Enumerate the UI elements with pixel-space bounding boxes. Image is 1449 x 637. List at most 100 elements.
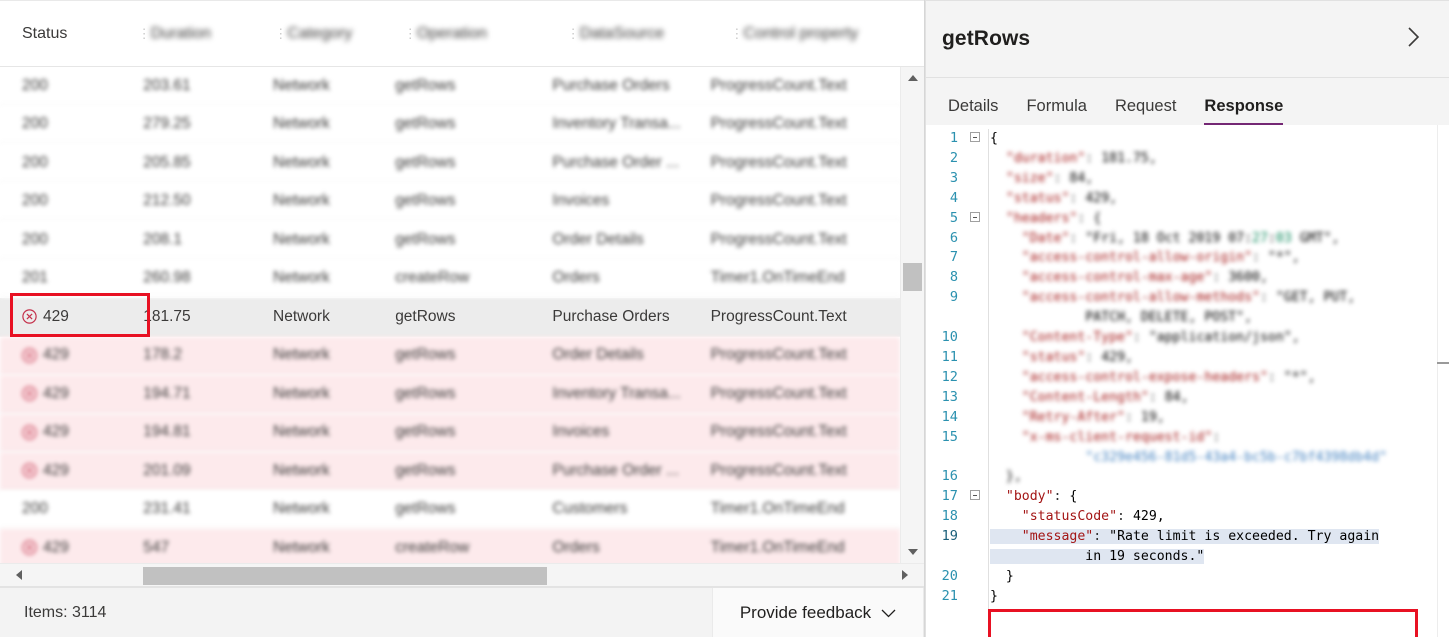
- cell-control-property: ProgressCount.Text: [711, 346, 900, 364]
- scroll-right-arrow-icon[interactable]: [894, 564, 916, 586]
- response-code-viewer[interactable]: 1{2 "duration": 181.75, 3 "size": 84, 4 "s…: [926, 125, 1449, 637]
- cell-operation: createRow: [395, 269, 552, 287]
- cell-duration: 212.50: [143, 192, 273, 210]
- cell-duration-text: 205.85: [143, 153, 191, 171]
- cell-control-property-text: ProgressCount.Text: [710, 307, 847, 325]
- cell-operation-text: getRows: [395, 115, 456, 133]
- cell-control-property-text: ProgressCount.Text: [710, 192, 847, 210]
- cell-category-text: Network: [273, 115, 330, 133]
- cell-datasource-text: Inventory Transa...: [552, 115, 681, 133]
- cell-datasource-text: Purchase Order ...: [552, 153, 680, 171]
- code-fold-spacer: [964, 189, 986, 192]
- cell-duration: 231.41: [143, 500, 273, 518]
- table-row[interactable]: 200 279.25 Network getRows Inventory Transa.…: [0, 105, 900, 144]
- code-fold-spacer: [964, 527, 986, 530]
- cell-operation-text: getRows: [395, 192, 456, 210]
- table-row[interactable]: 429 201.09 Network getRows Purchase Order ..…: [0, 452, 900, 491]
- code-line: 21}: [926, 587, 1449, 607]
- code-fold-spacer: [964, 547, 986, 550]
- code-line-number: 7: [949, 249, 958, 266]
- provide-feedback-button[interactable]: Provide feedback: [712, 588, 924, 637]
- cell-operation-text: getRows: [395, 153, 456, 171]
- column-header-control-property[interactable]: Control property: [743, 25, 924, 43]
- details-pane: getRows Details Formula Request Response…: [925, 0, 1449, 637]
- table-row[interactable]: 201 260.98 Network createRow Orders Timer1.On…: [0, 259, 900, 298]
- cell-control-property-text: ProgressCount.Text: [710, 384, 847, 402]
- cell-category-text: Network: [273, 461, 330, 479]
- table-row[interactable]: 429 194.81 Network getRows Invoices ProgressC…: [0, 413, 900, 452]
- cell-duration: 203.61: [143, 77, 273, 95]
- column-header-category[interactable]: Category: [287, 25, 403, 43]
- cell-category: Network: [273, 154, 395, 172]
- table-horizontal-scrollbar[interactable]: [0, 563, 924, 587]
- cell-category-text: Network: [273, 192, 330, 210]
- column-header-operation[interactable]: Operation: [417, 25, 567, 43]
- code-fold-spacer: [964, 149, 986, 152]
- cell-control-property: ProgressCount.Text: [711, 462, 900, 480]
- table-header: Status ⋮ Duration ⋮ Category ⋮ Operation…: [0, 0, 924, 67]
- column-header-status[interactable]: Status: [22, 25, 138, 43]
- table-row[interactable]: 200 212.50 Network getRows Invoices ProgressC…: [0, 182, 900, 221]
- cell-status-text: 429: [43, 346, 69, 364]
- scroll-up-arrow-icon[interactable]: [901, 67, 924, 89]
- code-line-text: "access-control-allow-methods": "GET, PU…: [1021, 290, 1356, 306]
- cell-category: Network: [273, 269, 395, 287]
- column-divider-5-icon: ⋮: [730, 25, 744, 41]
- column-divider-4-icon: ⋮: [566, 25, 580, 41]
- tab-response[interactable]: Response: [1190, 97, 1297, 125]
- error-circle-x-icon: [22, 348, 37, 363]
- cell-duration-text: 279.25: [143, 115, 191, 133]
- table-row[interactable]: 200 203.61 Network getRows Purchase Orders Pr…: [0, 67, 900, 106]
- code-line: 20 }: [926, 567, 1449, 587]
- scroll-left-arrow-icon[interactable]: [8, 564, 30, 586]
- horizontal-scrollbar-thumb[interactable]: [143, 567, 547, 585]
- column-header-duration[interactable]: Duration: [151, 25, 275, 43]
- code-line-number: 16: [941, 468, 958, 485]
- code-fold-toggle-icon[interactable]: [964, 129, 986, 142]
- table-row[interactable]: 429 194.71 Network getRows Inventory Transa.…: [0, 375, 900, 414]
- cell-operation: createRow: [395, 539, 552, 557]
- table-row[interactable]: 200 205.85 Network getRows Purchase Order ..…: [0, 144, 900, 183]
- provide-feedback-label: Provide feedback: [739, 602, 872, 622]
- chevron-right-icon[interactable]: [1402, 24, 1427, 54]
- code-fold-toggle-icon[interactable]: [964, 487, 986, 501]
- table-row[interactable]: 429 181.75 Network getRows Purchase Orders Pr…: [0, 298, 900, 337]
- column-divider-3-icon: ⋮: [403, 25, 417, 41]
- code-line-number: 13: [941, 388, 958, 405]
- cell-operation-text: getRows: [395, 76, 456, 94]
- tab-formula[interactable]: Formula: [1012, 97, 1101, 125]
- column-header-datasource[interactable]: DataSource: [580, 25, 731, 43]
- code-line-text: "Date": "Fri, 18 Oct 2019 07:27:03 GMT",: [1021, 230, 1340, 246]
- table-row[interactable]: 200 208.1 Network getRows Order Details Progr…: [0, 221, 900, 260]
- code-fold-toggle-icon[interactable]: [964, 209, 986, 222]
- table-row[interactable]: 200 231.41 Network getRows Customers Timer1.O…: [0, 490, 900, 529]
- scroll-down-arrow-icon[interactable]: [901, 541, 924, 563]
- code-line-text: "x-ms-client-request-id":: [1021, 429, 1221, 445]
- tab-details[interactable]: Details: [934, 97, 1012, 125]
- table-vertical-scrollbar[interactable]: [900, 67, 924, 563]
- cell-duration-text: 231.41: [143, 500, 191, 518]
- cell-operation-text: getRows: [395, 346, 456, 364]
- code-line: 2 "duration": 181.75,: [926, 149, 1449, 169]
- tab-request[interactable]: Request: [1101, 97, 1190, 125]
- code-line: PATCH, DELETE, POST",: [926, 308, 1449, 328]
- cell-status-text: 429: [43, 384, 69, 402]
- cell-status-text: 429: [43, 307, 69, 325]
- cell-datasource-text: Orders: [552, 538, 600, 556]
- cell-duration-text: 194.71: [143, 384, 191, 402]
- cell-datasource-text: Purchase Orders: [552, 307, 670, 325]
- code-line-number: 14: [941, 408, 958, 425]
- table-row[interactable]: 429 547 Network createRow Orders Timer1.OnTim…: [0, 529, 900, 563]
- code-line-number: 18: [941, 508, 958, 525]
- column-header-category-label: Category: [287, 24, 353, 42]
- cell-category: Network: [273, 308, 395, 326]
- code-line-text: "duration": 181.75,: [1005, 150, 1157, 166]
- code-vertical-scrollbar[interactable]: [1437, 125, 1449, 637]
- code-line-number: 20: [941, 567, 958, 584]
- code-selection-highlight: in 19 seconds.": [990, 549, 1205, 565]
- cell-duration: 181.75: [143, 308, 273, 326]
- performance-monitor-window: Status ⋮ Duration ⋮ Category ⋮ Operation…: [0, 0, 1449, 637]
- table-row[interactable]: 429 178.2 Network getRows Order Details Progr…: [0, 336, 900, 375]
- status-bar: Items: 3114 Provide feedback: [0, 587, 924, 637]
- vertical-scrollbar-thumb[interactable]: [903, 263, 922, 291]
